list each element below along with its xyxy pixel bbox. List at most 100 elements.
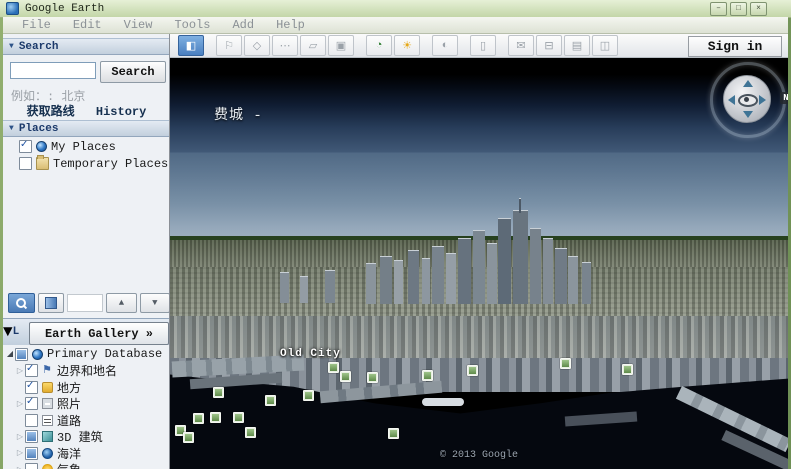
look-joystick[interactable] bbox=[723, 75, 771, 123]
buildings-checkbox[interactable] bbox=[25, 430, 38, 443]
print-button[interactable]: ⊟ bbox=[536, 35, 562, 56]
add-path-button[interactable]: ⋯ bbox=[272, 35, 298, 56]
layer-3d-buildings[interactable]: ▷ 3D 建筑 bbox=[3, 429, 170, 446]
photo-marker[interactable] bbox=[213, 387, 224, 398]
places-search-button[interactable] bbox=[8, 293, 35, 313]
move-down-button[interactable]: ▼ bbox=[140, 293, 170, 313]
title-bar[interactable]: Google Earth – □ × bbox=[0, 0, 791, 18]
menu-tools[interactable]: Tools bbox=[163, 18, 221, 32]
tree-item-temporary-places[interactable]: Temporary Places bbox=[19, 155, 170, 172]
photo-marker[interactable] bbox=[388, 428, 399, 439]
places-footer-field bbox=[67, 294, 103, 312]
view-in-maps-button[interactable]: ◫ bbox=[592, 35, 618, 56]
places-panel-header[interactable]: ▼ Places bbox=[3, 120, 170, 137]
toggle-sidebar-button[interactable]: ◧ bbox=[178, 35, 204, 56]
layers-panel-header[interactable]: ▼ L Earth Gallery » bbox=[3, 318, 170, 345]
building bbox=[280, 272, 289, 303]
globe-icon bbox=[32, 349, 43, 360]
search-button[interactable]: Search bbox=[100, 61, 166, 83]
layer-roads[interactable]: 道路 bbox=[3, 412, 170, 429]
layer-photos[interactable]: ▷ 照片 bbox=[3, 396, 170, 413]
app-icon bbox=[6, 2, 19, 15]
photo-marker[interactable] bbox=[183, 432, 194, 443]
expander-open-icon[interactable]: ◢ bbox=[5, 349, 15, 359]
expander-icon[interactable]: ▷ bbox=[15, 399, 25, 409]
photos-checkbox[interactable] bbox=[25, 397, 38, 410]
photo-marker[interactable] bbox=[622, 364, 633, 375]
layer-weather[interactable]: ▷ 气象 bbox=[3, 462, 170, 469]
add-polygon-button[interactable]: ◇ bbox=[244, 35, 270, 56]
layer-label: 边界和地名 bbox=[57, 362, 117, 379]
map-viewport[interactable]: 费城 - Old City © 2013 Google N bbox=[170, 58, 788, 469]
email-button[interactable]: ✉ bbox=[508, 35, 534, 56]
photo-marker[interactable] bbox=[560, 358, 571, 369]
expander-icon[interactable]: ▷ bbox=[15, 465, 25, 469]
expander-icon[interactable]: ▷ bbox=[15, 448, 25, 458]
history-link[interactable]: History bbox=[96, 105, 146, 119]
look-left-arrow[interactable] bbox=[728, 95, 735, 105]
search-input[interactable] bbox=[10, 62, 96, 79]
layer-ocean[interactable]: ▷ 海洋 bbox=[3, 445, 170, 462]
photo-marker[interactable] bbox=[422, 370, 433, 381]
primary-database-checkbox[interactable] bbox=[15, 348, 28, 361]
ruler-button[interactable]: ▯ bbox=[470, 35, 496, 56]
my-places-checkbox[interactable] bbox=[19, 140, 32, 153]
my-places-label: My Places bbox=[51, 140, 116, 154]
add-placemark-button[interactable]: ⚐ bbox=[216, 35, 242, 56]
sign-in-button[interactable]: Sign in bbox=[688, 36, 782, 57]
close-button[interactable]: × bbox=[750, 2, 767, 16]
layer-places[interactable]: 地方 bbox=[3, 379, 170, 396]
get-directions-link[interactable]: 获取路线 bbox=[27, 105, 75, 119]
photo-marker[interactable] bbox=[233, 412, 244, 423]
move-up-button[interactable]: ▲ bbox=[106, 293, 136, 313]
add-image-overlay-button[interactable]: ▱ bbox=[300, 35, 326, 56]
photo-marker[interactable] bbox=[467, 365, 478, 376]
compass-north-marker[interactable]: N bbox=[780, 92, 788, 104]
photo-marker[interactable] bbox=[328, 362, 339, 373]
menu-file[interactable]: File bbox=[11, 18, 62, 32]
places-checkbox[interactable] bbox=[25, 381, 38, 394]
places-pane-button[interactable] bbox=[38, 293, 65, 313]
layer-label: 道路 bbox=[57, 412, 81, 429]
roads-checkbox[interactable] bbox=[25, 414, 38, 427]
navigation-compass[interactable]: N bbox=[706, 58, 788, 142]
record-tour-button[interactable]: ▣ bbox=[328, 35, 354, 56]
minimize-button[interactable]: – bbox=[710, 2, 727, 16]
look-right-arrow[interactable] bbox=[759, 95, 766, 105]
layer-borders-labels[interactable]: ▷ 边界和地名 bbox=[3, 363, 170, 380]
menu-add[interactable]: Add bbox=[221, 18, 265, 32]
expander-icon[interactable]: ▷ bbox=[15, 366, 25, 376]
copyright-text: © 2013 Google bbox=[170, 450, 788, 461]
photo-marker[interactable] bbox=[265, 395, 276, 406]
layer-label: 照片 bbox=[57, 395, 81, 412]
globe-icon bbox=[36, 141, 47, 152]
ocean-checkbox[interactable] bbox=[25, 447, 38, 460]
magnifier-icon bbox=[16, 298, 26, 308]
historical-imagery-button[interactable]: ◔ bbox=[366, 35, 392, 56]
layer-label: Primary Database bbox=[47, 347, 162, 361]
save-image-button[interactable]: ▤ bbox=[564, 35, 590, 56]
photo-marker[interactable] bbox=[193, 413, 204, 424]
temporary-places-checkbox[interactable] bbox=[19, 157, 32, 170]
photo-marker[interactable] bbox=[340, 371, 351, 382]
expander-icon[interactable]: ▷ bbox=[15, 432, 25, 442]
photo-marker[interactable] bbox=[245, 427, 256, 438]
menu-edit[interactable]: Edit bbox=[62, 18, 113, 32]
planets-button[interactable]: ◐ bbox=[432, 35, 458, 56]
layer-label: 地方 bbox=[57, 379, 81, 396]
photo-marker[interactable] bbox=[303, 390, 314, 401]
look-up-arrow[interactable] bbox=[743, 80, 753, 87]
borders-checkbox[interactable] bbox=[25, 364, 38, 377]
maximize-button[interactable]: □ bbox=[730, 2, 747, 16]
menu-view[interactable]: View bbox=[113, 18, 164, 32]
tree-item-my-places[interactable]: My Places bbox=[19, 138, 170, 155]
photo-marker[interactable] bbox=[210, 412, 221, 423]
weather-checkbox[interactable] bbox=[25, 463, 38, 469]
layer-primary-database[interactable]: ◢ Primary Database bbox=[3, 346, 170, 363]
look-down-arrow[interactable] bbox=[743, 111, 753, 118]
photo-marker[interactable] bbox=[367, 372, 378, 383]
search-panel-header[interactable]: ▼ Search bbox=[3, 38, 170, 55]
earth-gallery-button[interactable]: Earth Gallery » bbox=[29, 322, 169, 345]
menu-help[interactable]: Help bbox=[265, 18, 316, 32]
sunlight-button[interactable]: ☀ bbox=[394, 35, 420, 56]
